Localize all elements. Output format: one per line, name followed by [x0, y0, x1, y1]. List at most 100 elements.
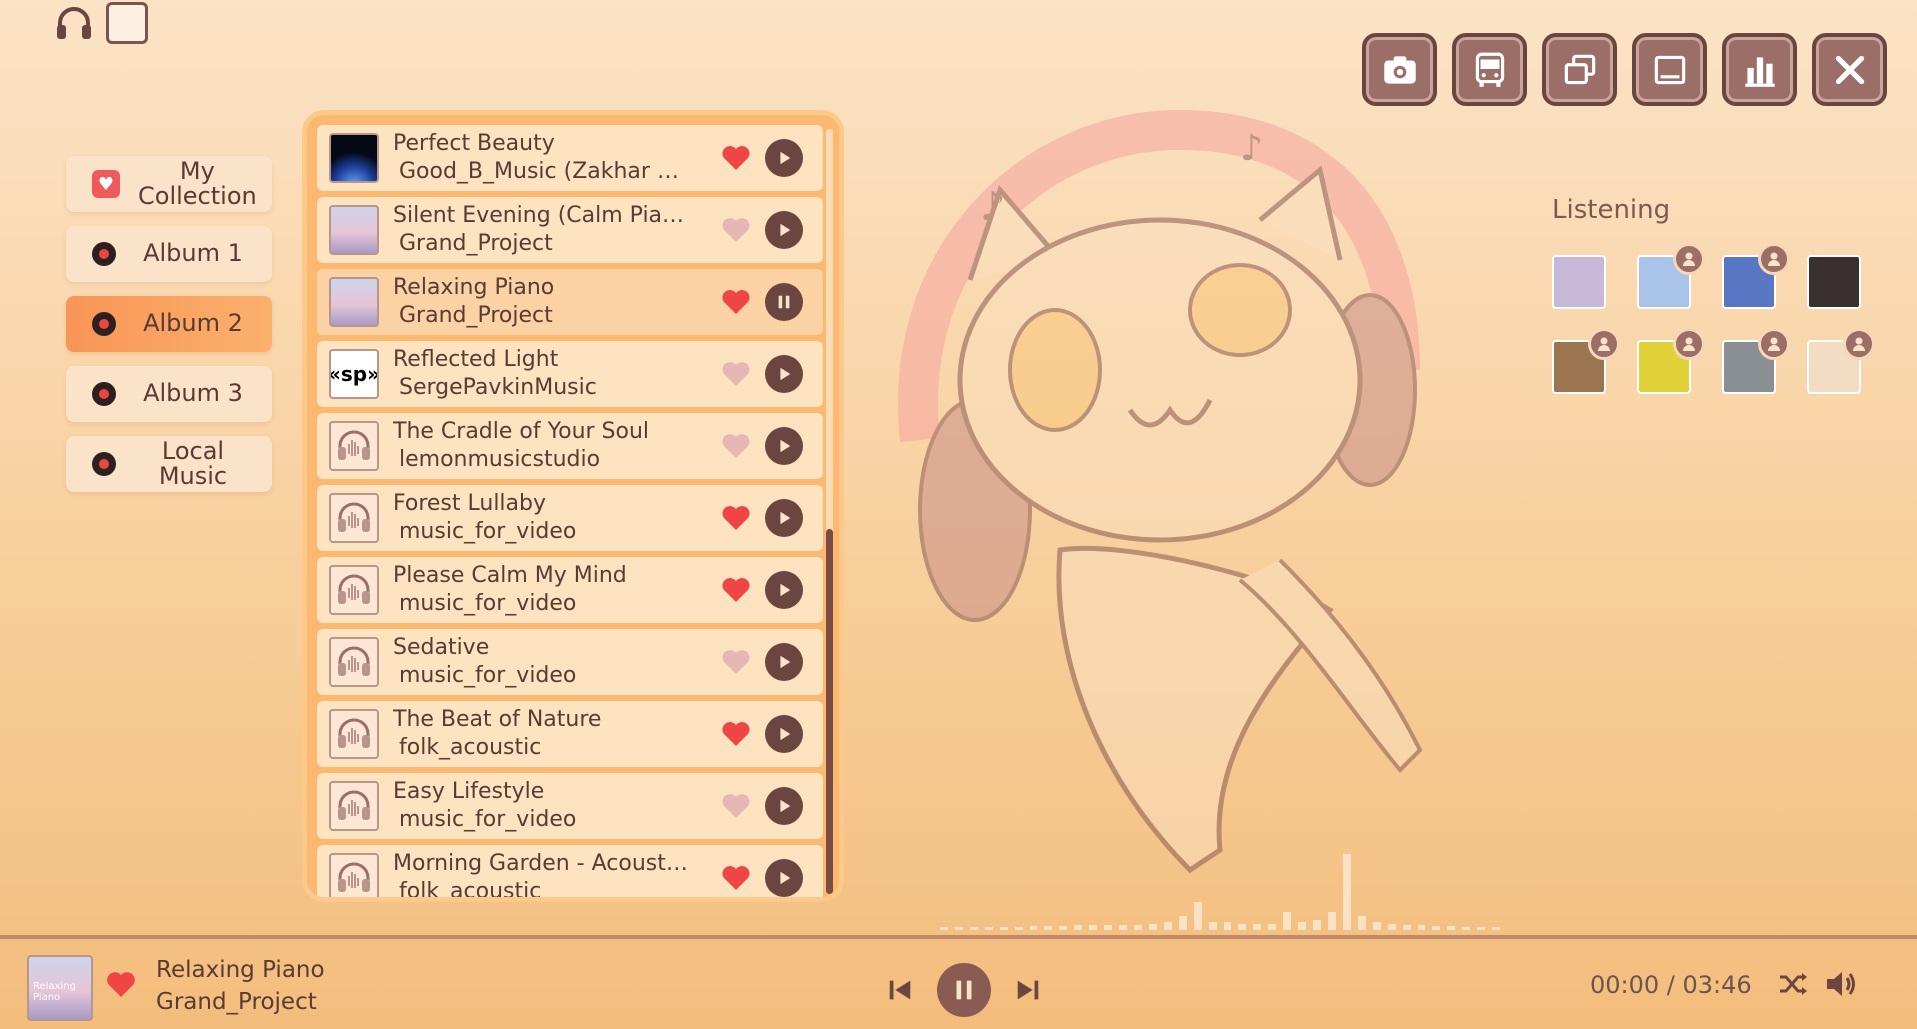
track-row[interactable]: «sp» Reflected Light SergePavkinMusic: [317, 341, 823, 407]
heart-icon[interactable]: [721, 576, 751, 604]
track-info: Easy Lifestyle music_for_video: [393, 778, 721, 834]
playlist-scrollbar[interactable]: [826, 129, 833, 894]
playlist-panel: Perfect Beauty Good_B_Music (Zakhar Valah…: [302, 110, 844, 902]
track-info: The Beat of Nature folk_acoustic: [393, 706, 721, 762]
heart-icon[interactable]: [721, 216, 751, 244]
sp-logo: «sp»: [329, 362, 379, 386]
heart-icon[interactable]: [721, 720, 751, 748]
play-icon: [780, 223, 791, 237]
visualizer-bar: [1119, 925, 1127, 930]
track-row[interactable]: The Beat of Nature folk_acoustic: [317, 701, 823, 767]
bus-button[interactable]: [1452, 33, 1527, 106]
track-artist: folk_acoustic: [399, 879, 542, 902]
track-info: Perfect Beauty Good_B_Music (Zakhar Valah…: [393, 130, 721, 186]
play-button[interactable]: [765, 355, 803, 393]
nav-album-2[interactable]: Album 2: [66, 296, 272, 352]
track-thumbnail: [329, 277, 379, 327]
play-icon: [780, 799, 791, 813]
heart-icon[interactable]: [721, 432, 751, 460]
track-row[interactable]: Sedative music_for_video: [317, 629, 823, 695]
heart-icon[interactable]: [721, 864, 751, 892]
visualizer-bar: [1477, 927, 1486, 930]
track-artist: music_for_video: [399, 807, 577, 832]
shuffle-icon[interactable]: [1777, 969, 1809, 999]
time-display: 00:00 / 03:46: [1590, 971, 1752, 999]
nav-local-music[interactable]: Local Music: [66, 436, 272, 492]
play-button[interactable]: [765, 427, 803, 465]
avatar-5[interactable]: [1552, 328, 1620, 394]
play-icon: [780, 511, 791, 525]
track-info: Reflected Light SergePavkinMusic: [393, 346, 721, 402]
playback-controls: [885, 963, 1043, 1017]
bus-icon: [1475, 52, 1504, 87]
track-title: Sedative: [393, 635, 490, 660]
pause-button[interactable]: [765, 283, 803, 321]
headphones-icon[interactable]: [52, 3, 96, 43]
heart-icon[interactable]: [721, 288, 751, 316]
track-thumbnail: [329, 853, 379, 897]
visualizer-bar: [954, 927, 963, 930]
play-button[interactable]: [765, 859, 803, 897]
player-bar: Relaxing Piano Relaxing Piano Grand_Proj…: [0, 939, 1917, 1029]
track-artist: music_for_video: [399, 663, 577, 688]
previous-button[interactable]: [885, 975, 915, 1005]
restore-button[interactable]: [1542, 33, 1617, 106]
nav-my-collection[interactable]: ♥ My Collection: [66, 156, 272, 212]
play-button[interactable]: [765, 715, 803, 753]
close-button[interactable]: [1812, 33, 1887, 106]
play-button[interactable]: [765, 571, 803, 609]
heart-icon[interactable]: [721, 144, 751, 172]
now-playing-cover: Relaxing Piano: [27, 955, 93, 1021]
user-badge-icon: [1758, 243, 1790, 275]
avatar-7[interactable]: [1722, 328, 1790, 394]
minimize-button[interactable]: [1632, 33, 1707, 106]
track-row[interactable]: Morning Garden - Acoustic Chill folk_acou…: [317, 845, 823, 902]
heart-icon[interactable]: [105, 969, 137, 999]
visualizer-bar: [1462, 927, 1471, 930]
volume-icon[interactable]: [1823, 967, 1859, 1001]
avatar-1[interactable]: [1552, 255, 1606, 309]
track-list: Perfect Beauty Good_B_Music (Zakhar Valah…: [317, 125, 839, 902]
visualizer-bar: [1104, 925, 1113, 930]
visualizer-bar: [1193, 902, 1202, 930]
disc-icon: [92, 382, 116, 406]
mini-window-toggle[interactable]: [106, 2, 148, 44]
track-info: Sedative music_for_video: [393, 634, 721, 690]
play-button[interactable]: [765, 139, 803, 177]
heart-icon[interactable]: [721, 360, 751, 388]
track-row[interactable]: Silent Evening (Calm Piano Music) Grand_P…: [317, 197, 823, 263]
pause-button[interactable]: [937, 963, 991, 1017]
visualizer-bar: [999, 927, 1008, 930]
heart-icon[interactable]: [721, 648, 751, 676]
track-row[interactable]: Relaxing Piano Grand_Project: [317, 269, 823, 335]
track-row[interactable]: Forest Lullaby music_for_video: [317, 485, 823, 551]
play-button[interactable]: [765, 643, 803, 681]
avatar-2[interactable]: [1637, 243, 1705, 309]
visualizer-bar: [1327, 912, 1336, 930]
avatar-4[interactable]: [1807, 255, 1861, 309]
track-row[interactable]: Perfect Beauty Good_B_Music (Zakhar Valah…: [317, 125, 823, 191]
visualizer-bar: [1074, 925, 1083, 930]
avatar-8[interactable]: [1807, 328, 1875, 394]
avatar-3[interactable]: [1722, 243, 1790, 309]
track-title: Reflected Light: [393, 347, 559, 372]
next-button[interactable]: [1013, 975, 1043, 1005]
stats-button[interactable]: [1722, 33, 1797, 106]
avatar-6[interactable]: [1637, 328, 1705, 394]
disc-icon: [92, 312, 116, 336]
play-button[interactable]: [765, 211, 803, 249]
track-artist: lemonmusicstudio: [399, 447, 601, 472]
nav-album-3[interactable]: Album 3: [66, 366, 272, 422]
play-button[interactable]: [765, 499, 803, 537]
scrollbar-thumb[interactable]: [826, 529, 833, 894]
heart-icon[interactable]: [721, 792, 751, 820]
svg-text:♪: ♪: [1240, 128, 1263, 169]
heart-icon[interactable]: [721, 504, 751, 532]
camera-button[interactable]: [1362, 33, 1437, 106]
nav-album-1[interactable]: Album 1: [66, 226, 272, 282]
track-row[interactable]: Easy Lifestyle music_for_video: [317, 773, 823, 839]
track-row[interactable]: Please Calm My Mind music_for_video: [317, 557, 823, 623]
track-row[interactable]: The Cradle of Your Soul lemonmusicstudio: [317, 413, 823, 479]
nav-label: Album 1: [143, 239, 243, 268]
play-button[interactable]: [765, 787, 803, 825]
